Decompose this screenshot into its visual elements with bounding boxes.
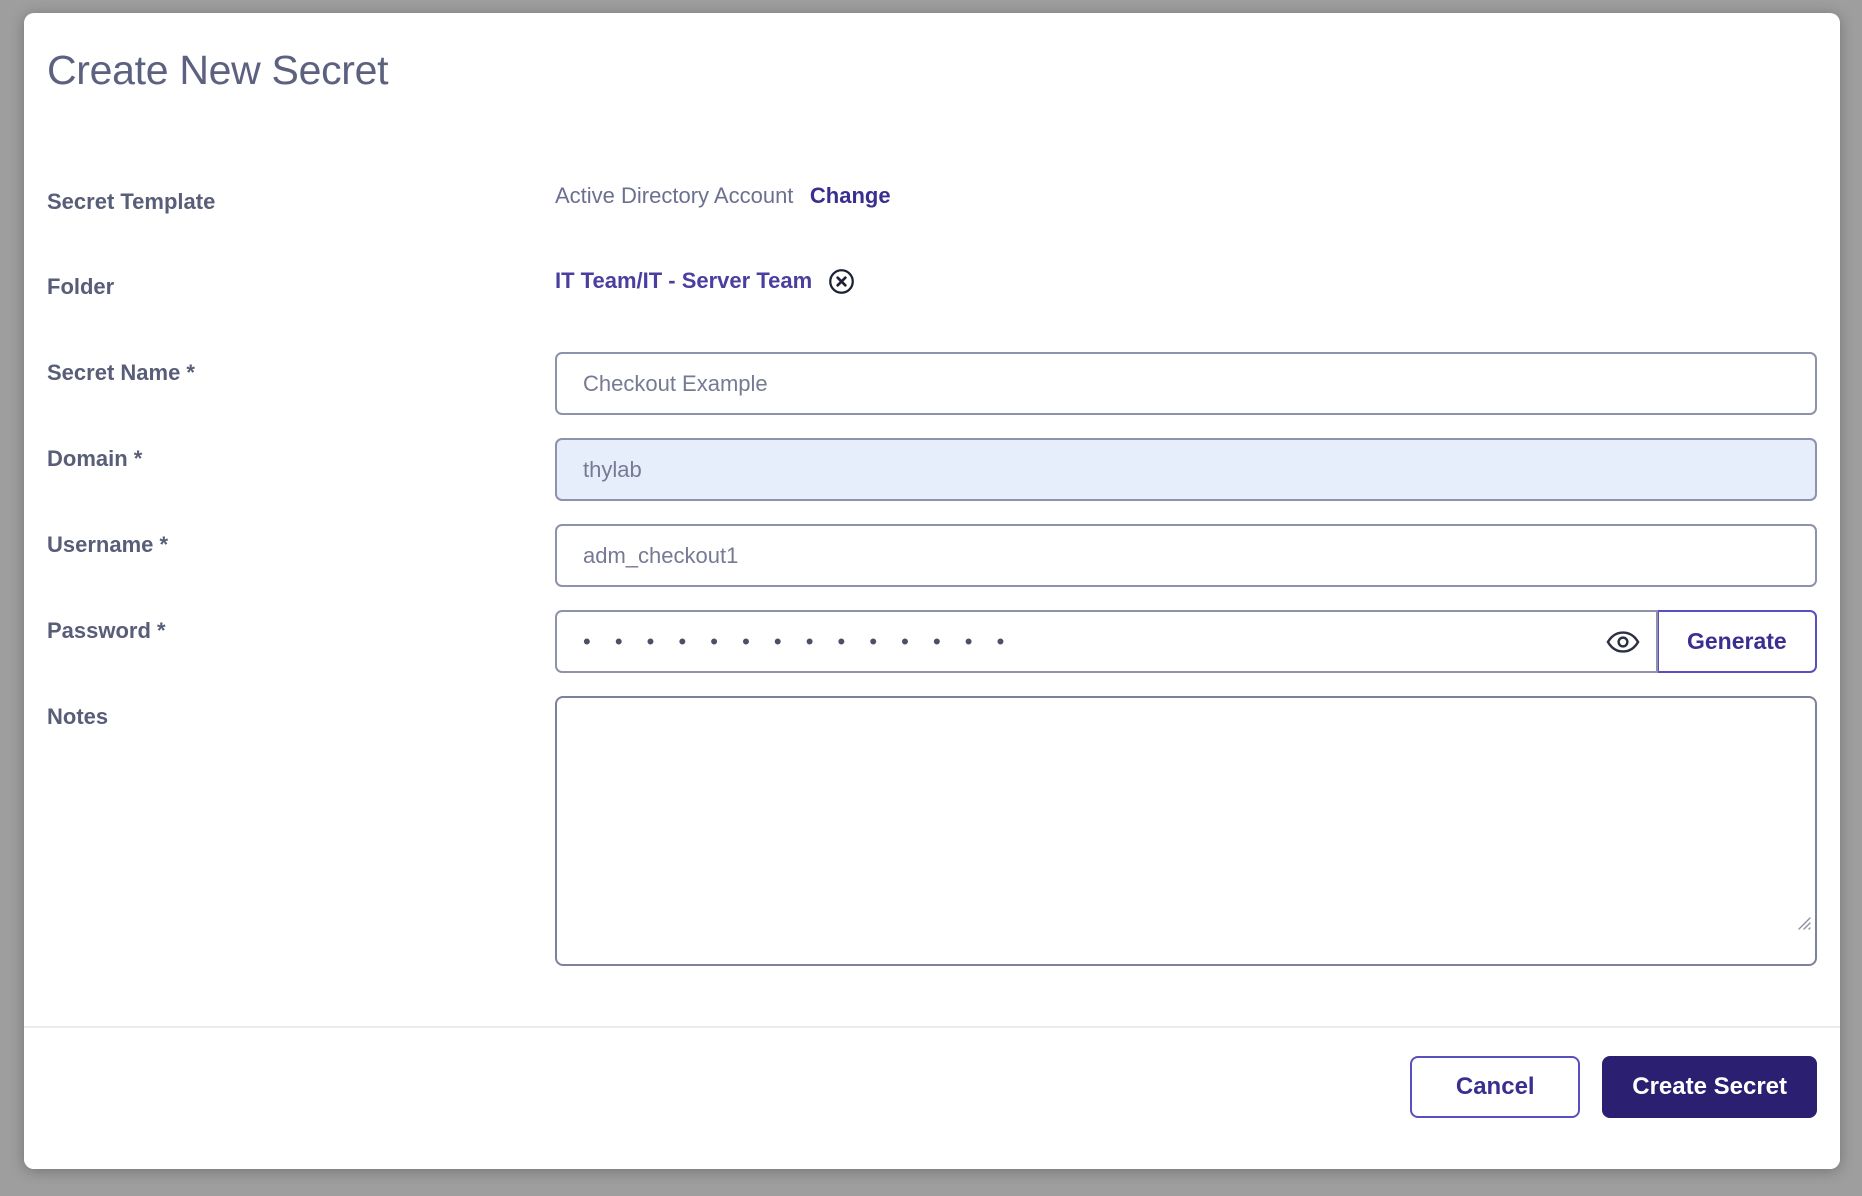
secret-template-value: Active Directory Account bbox=[555, 183, 794, 208]
dialog-body: Create New Secret Secret Template Active… bbox=[24, 13, 1840, 1028]
password-input-box[interactable]: • • • • • • • • • • • • • • bbox=[555, 610, 1658, 673]
control-folder: IT Team/IT - Server Team bbox=[555, 266, 1817, 296]
change-template-link[interactable]: Change bbox=[810, 183, 891, 209]
control-secret-name bbox=[555, 352, 1817, 415]
eye-icon[interactable] bbox=[1590, 612, 1656, 671]
form-row-secret-name: Secret Name * bbox=[47, 352, 1817, 438]
label-password: Password * bbox=[47, 618, 166, 643]
circle-x-icon[interactable] bbox=[828, 268, 855, 295]
page-title: Create New Secret bbox=[47, 47, 389, 93]
control-domain bbox=[555, 438, 1817, 501]
form-row-password: Password * • • • • • • • • • • • • • • G… bbox=[47, 610, 1817, 696]
form-row-username: Username * bbox=[47, 524, 1817, 610]
control-secret-template: Active Directory Account Change bbox=[555, 181, 1817, 211]
form-row-domain: Domain * bbox=[47, 438, 1817, 524]
label-notes: Notes bbox=[47, 704, 109, 729]
secret-form: Secret Template Active Directory Account… bbox=[47, 181, 1817, 996]
control-notes bbox=[555, 696, 1817, 966]
control-password: • • • • • • • • • • • • • • Generate bbox=[555, 610, 1817, 673]
generate-password-button[interactable]: Generate bbox=[1657, 610, 1817, 673]
domain-input[interactable] bbox=[555, 438, 1817, 501]
form-row-folder: Folder IT Team/IT - Server Team bbox=[47, 266, 1817, 352]
dialog-footer: Cancel Create Secret bbox=[24, 1026, 1840, 1169]
label-username: Username * bbox=[47, 532, 169, 557]
label-secret-name: Secret Name * bbox=[47, 360, 195, 385]
control-username bbox=[555, 524, 1817, 587]
footer-action-group: Cancel Create Secret bbox=[1410, 1056, 1817, 1118]
create-secret-button[interactable]: Create Secret bbox=[1602, 1056, 1817, 1118]
form-row-secret-template: Secret Template Active Directory Account… bbox=[47, 181, 1817, 266]
label-domain: Domain * bbox=[47, 446, 143, 471]
screen-root: Create New Secret Secret Template Active… bbox=[0, 0, 1862, 1196]
password-masked-value: • • • • • • • • • • • • • • bbox=[583, 630, 1014, 653]
form-row-notes: Notes bbox=[47, 696, 1817, 996]
folder-value-link[interactable]: IT Team/IT - Server Team bbox=[555, 266, 812, 296]
cancel-button[interactable]: Cancel bbox=[1410, 1056, 1581, 1118]
password-field-group: • • • • • • • • • • • • • • Generate bbox=[555, 610, 1817, 673]
create-secret-dialog: Create New Secret Secret Template Active… bbox=[24, 13, 1840, 1169]
label-folder: Folder bbox=[47, 274, 115, 299]
notes-textarea[interactable] bbox=[555, 696, 1817, 966]
secret-name-input[interactable] bbox=[555, 352, 1817, 415]
username-input[interactable] bbox=[555, 524, 1817, 587]
label-secret-template: Secret Template bbox=[47, 189, 216, 214]
